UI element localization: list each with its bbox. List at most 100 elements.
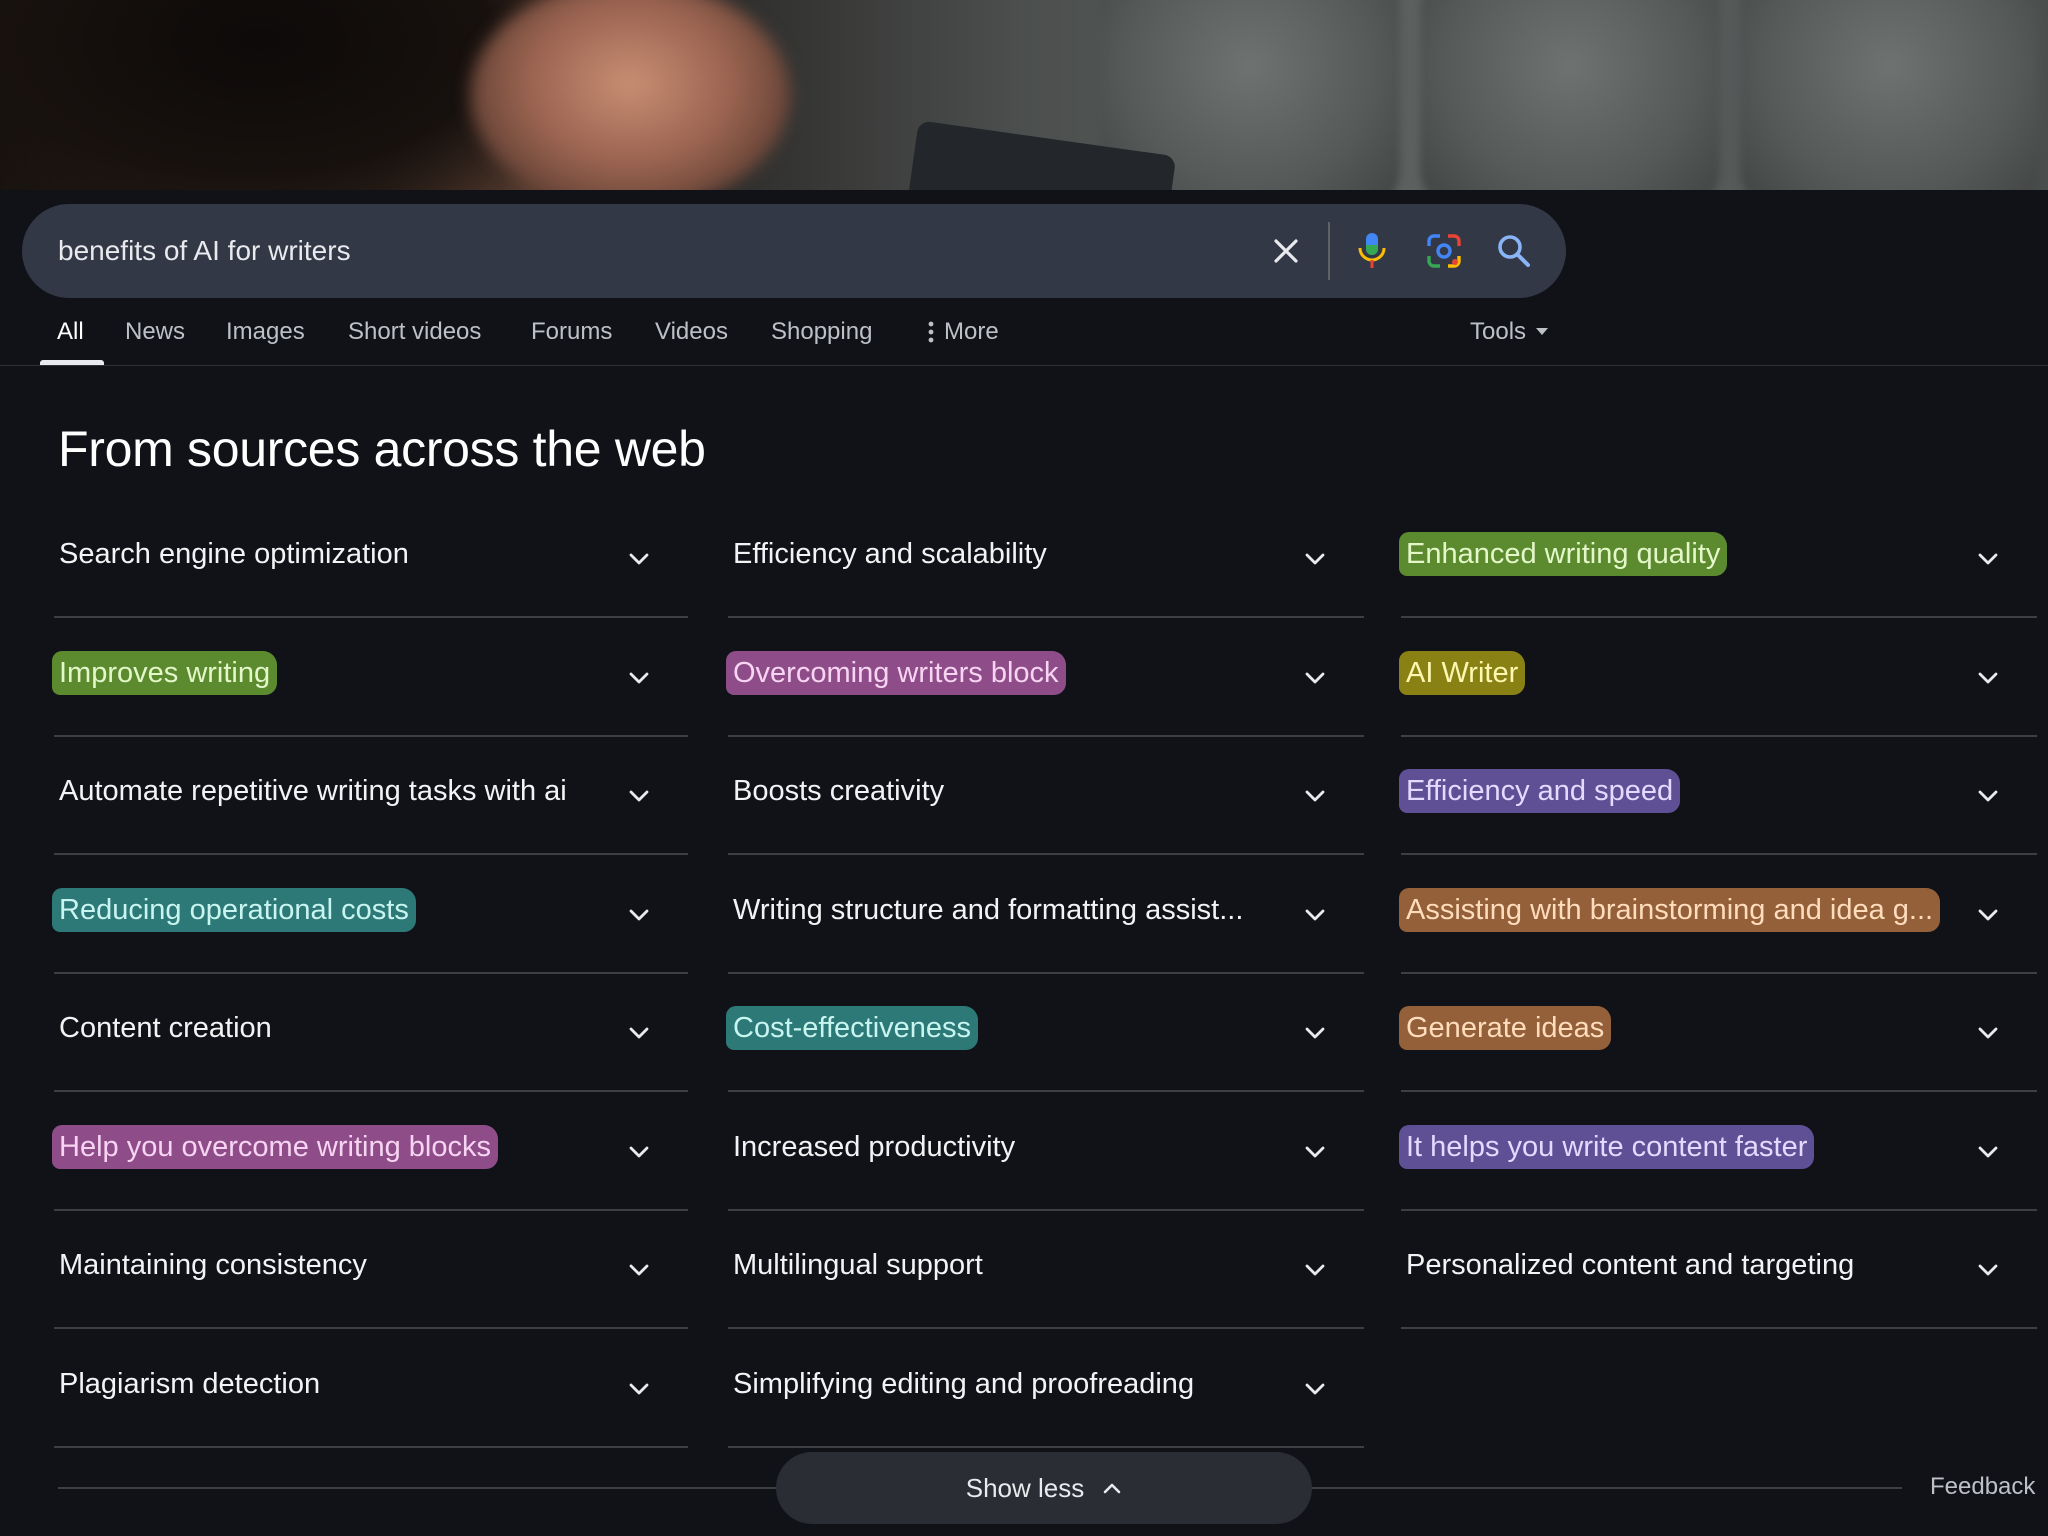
topic-label-wrap: Boosts creativity bbox=[733, 771, 944, 811]
chevron-down-icon[interactable] bbox=[1300, 544, 1330, 574]
tabs-divider bbox=[0, 365, 2048, 366]
topic-label: Automate repetitive writing tasks with a… bbox=[59, 775, 567, 807]
chevron-down-icon[interactable] bbox=[1973, 663, 2003, 693]
chevron-down-icon[interactable] bbox=[624, 663, 654, 693]
chevron-down-icon[interactable] bbox=[624, 900, 654, 930]
topic-label: Assisting with brainstorming and idea g.… bbox=[1399, 887, 1941, 932]
tab-short-videos[interactable]: Short videos bbox=[348, 312, 481, 352]
chevron-down-icon[interactable] bbox=[1973, 1137, 2003, 1167]
chevron-down-icon[interactable] bbox=[1300, 1018, 1330, 1048]
chevron-down-icon[interactable] bbox=[1300, 781, 1330, 811]
close-icon[interactable] bbox=[1262, 227, 1310, 275]
search-tabs: All News Images Short videos Forums Vide… bbox=[0, 300, 2048, 366]
topic-label: Efficiency and speed bbox=[1399, 769, 1681, 813]
tab-shopping[interactable]: Shopping bbox=[771, 312, 872, 352]
chevron-down-icon[interactable] bbox=[1973, 1018, 2003, 1048]
topic-label: AI Writer bbox=[1399, 650, 1526, 695]
topic-row[interactable]: Content creation bbox=[54, 974, 688, 1092]
chevron-down-icon[interactable] bbox=[1973, 781, 2003, 811]
topic-label: Personalized content and targeting bbox=[1406, 1249, 1855, 1281]
chevron-down-icon[interactable] bbox=[624, 544, 654, 574]
search-icon[interactable] bbox=[1490, 227, 1538, 275]
topic-label: Generate ideas bbox=[1399, 1006, 1612, 1050]
topic-row[interactable]: Increased productivity bbox=[728, 1093, 1364, 1211]
chevron-down-icon[interactable] bbox=[1300, 1374, 1330, 1404]
topic-row[interactable]: Help you overcome writing blocks bbox=[52, 1093, 688, 1211]
topic-label-wrap: Generate ideas bbox=[1399, 1006, 1612, 1050]
topic-label: It helps you write content faster bbox=[1399, 1124, 1815, 1169]
topic-row[interactable]: Reducing operational costs bbox=[52, 856, 688, 974]
topic-label-wrap: Plagiarism detection bbox=[59, 1364, 320, 1404]
topic-row[interactable]: Generate ideas bbox=[1399, 974, 2037, 1092]
chevron-down-icon[interactable] bbox=[1300, 900, 1330, 930]
footer-divider bbox=[58, 1487, 776, 1489]
camera-lens-icon[interactable] bbox=[1420, 227, 1468, 275]
topic-row[interactable]: Cost-effectiveness bbox=[726, 974, 1364, 1092]
tab-videos[interactable]: Videos bbox=[655, 312, 728, 352]
topic-label: Cost-effectiveness bbox=[726, 1006, 979, 1050]
topic-row[interactable]: Simplifying editing and proofreading bbox=[728, 1330, 1364, 1448]
topic-row[interactable]: Automate repetitive writing tasks with a… bbox=[54, 737, 688, 855]
topic-row[interactable]: It helps you write content faster bbox=[1399, 1093, 2037, 1211]
topic-row[interactable]: Improves writing bbox=[52, 619, 688, 737]
topic-label-wrap: Simplifying editing and proofreading bbox=[733, 1364, 1194, 1404]
footer-divider bbox=[1312, 1487, 1902, 1489]
chevron-down-icon[interactable] bbox=[1300, 1137, 1330, 1167]
topic-row[interactable]: AI Writer bbox=[1399, 619, 2037, 737]
feedback-link[interactable]: Feedback bbox=[1930, 1473, 2035, 1501]
topic-row[interactable]: Efficiency and speed bbox=[1399, 737, 2037, 855]
topic-label-wrap: It helps you write content faster bbox=[1399, 1124, 1815, 1169]
topic-row[interactable]: Plagiarism detection bbox=[54, 1330, 688, 1448]
topic-label-wrap: Cost-effectiveness bbox=[726, 1006, 979, 1050]
topic-label: Efficiency and scalability bbox=[733, 538, 1047, 570]
search-input[interactable] bbox=[58, 226, 1258, 276]
topic-row[interactable]: Writing structure and formatting assist.… bbox=[728, 856, 1364, 974]
topic-row[interactable]: Personalized content and targeting bbox=[1401, 1211, 2037, 1329]
search-divider bbox=[1328, 222, 1330, 280]
chevron-up-icon bbox=[1103, 1483, 1121, 1494]
tab-all[interactable]: All bbox=[57, 312, 84, 352]
topic-row[interactable]: Efficiency and scalability bbox=[728, 500, 1364, 618]
hero-cushion-shape bbox=[1740, 0, 2040, 190]
topic-label-wrap: Writing structure and formatting assist.… bbox=[733, 890, 1243, 930]
topic-label: Increased productivity bbox=[733, 1130, 1016, 1163]
chevron-down-icon[interactable] bbox=[624, 1018, 654, 1048]
chevron-down-icon[interactable] bbox=[1300, 663, 1330, 693]
topic-row[interactable]: Maintaining consistency bbox=[54, 1211, 688, 1329]
topic-label: Plagiarism detection bbox=[59, 1367, 321, 1400]
topic-label-wrap: Efficiency and speed bbox=[1399, 769, 1681, 813]
chevron-down-icon[interactable] bbox=[624, 1255, 654, 1285]
chevron-down-icon[interactable] bbox=[624, 1137, 654, 1167]
topic-row[interactable]: Search engine optimization bbox=[54, 500, 688, 618]
tab-news[interactable]: News bbox=[125, 312, 185, 352]
tools-button[interactable]: Tools bbox=[1470, 312, 1549, 352]
topic-label: Content creation bbox=[59, 1012, 272, 1044]
tab-forums[interactable]: Forums bbox=[531, 312, 612, 352]
vertical-dots-icon bbox=[928, 321, 934, 343]
chevron-down-icon[interactable] bbox=[1300, 1255, 1330, 1285]
topic-label: Search engine optimization bbox=[59, 538, 409, 570]
topic-label-wrap: Assisting with brainstorming and idea g.… bbox=[1399, 887, 1941, 932]
topic-row[interactable]: Enhanced writing quality bbox=[1399, 500, 2037, 618]
chevron-down-icon[interactable] bbox=[1973, 544, 2003, 574]
tab-images[interactable]: Images bbox=[226, 312, 305, 352]
topic-label-wrap: AI Writer bbox=[1399, 650, 1526, 695]
show-less-button[interactable]: Show less bbox=[776, 1452, 1312, 1524]
chevron-down-icon[interactable] bbox=[1973, 900, 2003, 930]
topic-label-wrap: Enhanced writing quality bbox=[1399, 532, 1728, 576]
chevron-down-icon[interactable] bbox=[1973, 1255, 2003, 1285]
topic-row[interactable]: Multilingual support bbox=[728, 1211, 1364, 1329]
microphone-icon[interactable] bbox=[1348, 227, 1396, 275]
tab-more[interactable]: More bbox=[928, 312, 999, 352]
topic-row[interactable]: Assisting with brainstorming and idea g.… bbox=[1399, 856, 2037, 974]
topic-row[interactable]: Overcoming writers block bbox=[726, 619, 1364, 737]
hero-cushion-shape bbox=[1420, 0, 1720, 190]
topic-row[interactable]: Boosts creativity bbox=[728, 737, 1364, 855]
chevron-down-icon[interactable] bbox=[624, 781, 654, 811]
topic-label: Maintaining consistency bbox=[59, 1249, 367, 1281]
topic-label-wrap: Search engine optimization bbox=[59, 534, 409, 574]
chevron-down-icon[interactable] bbox=[624, 1374, 654, 1404]
topic-label: Reducing operational costs bbox=[52, 887, 416, 932]
section-heading: From sources across the web bbox=[58, 421, 706, 477]
topic-label-wrap: Multilingual support bbox=[733, 1245, 983, 1285]
